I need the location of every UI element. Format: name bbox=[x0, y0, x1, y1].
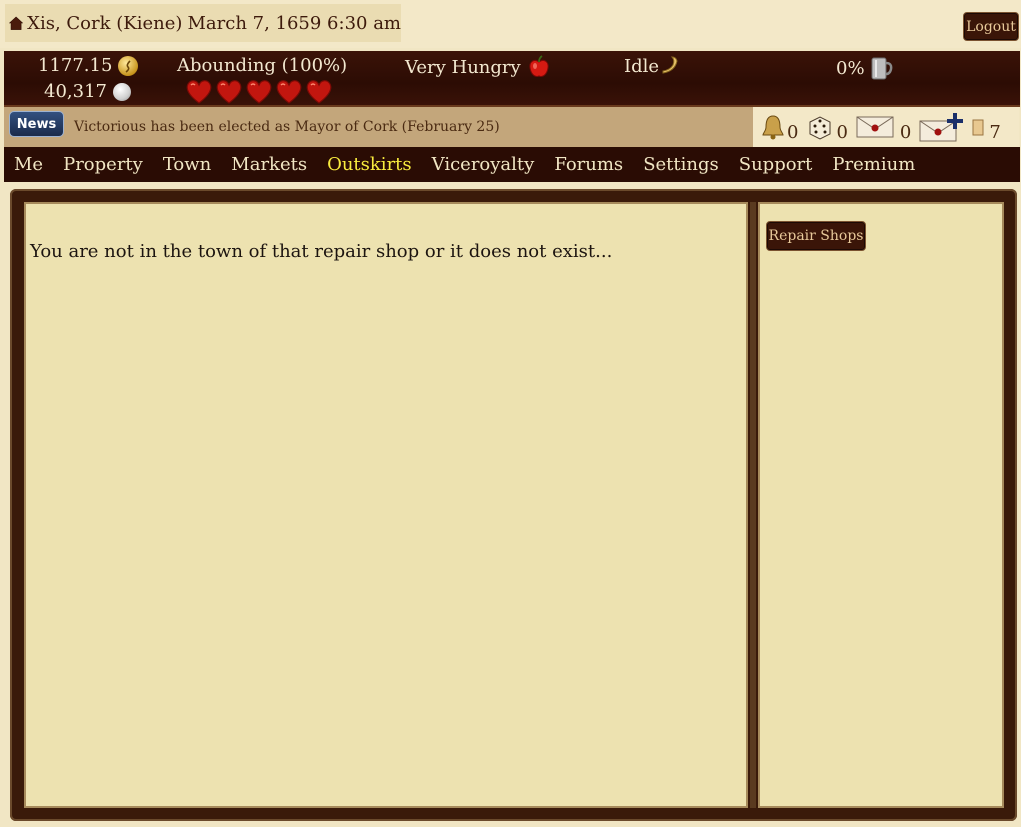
nav-item-town[interactable]: Town bbox=[163, 154, 211, 175]
bell-icon[interactable] bbox=[759, 113, 787, 141]
nav-item-me[interactable]: Me bbox=[14, 154, 43, 175]
nav-item-viceroyalty[interactable]: Viceroyalty bbox=[432, 154, 535, 175]
drink-stat[interactable]: 0% bbox=[836, 55, 893, 81]
heart-icon bbox=[186, 80, 212, 104]
logout-button[interactable]: Logout bbox=[963, 12, 1019, 41]
main-nav: Me Property Town Markets Outskirts Vicer… bbox=[4, 147, 1020, 182]
sidebar-panel: Repair Shops bbox=[758, 202, 1004, 808]
game-datetime: March 7, 1659 6:30 am bbox=[187, 12, 401, 34]
silver-stat[interactable]: 40,317 bbox=[44, 81, 131, 102]
health-label[interactable]: Abounding (100%) bbox=[177, 55, 347, 76]
news-bar: News Victorious has been elected as Mayo… bbox=[4, 107, 753, 147]
sickle-icon bbox=[662, 56, 678, 74]
nav-item-property[interactable]: Property bbox=[63, 154, 143, 175]
heart-icon bbox=[246, 80, 272, 104]
silver-amount: 40,317 bbox=[44, 81, 107, 102]
top-bar: Xis, Cork (Kiene) March 7, 1659 6:30 am … bbox=[0, 0, 1021, 48]
nav-item-premium[interactable]: Premium bbox=[832, 154, 915, 175]
heart-icon bbox=[306, 80, 332, 104]
gold-amount: 1177.15 bbox=[38, 55, 113, 76]
hunger-label: Very Hungry bbox=[405, 56, 521, 78]
heart-icon bbox=[216, 80, 242, 104]
mail-icon[interactable] bbox=[856, 114, 894, 140]
compose-mail-icon[interactable] bbox=[919, 112, 965, 142]
activity-stat[interactable]: Idle bbox=[624, 55, 681, 77]
gold-coin-icon bbox=[118, 55, 139, 76]
panel-divider bbox=[750, 202, 756, 808]
news-button[interactable]: News bbox=[9, 111, 64, 137]
gold-stat[interactable]: 1177.15 bbox=[38, 55, 139, 76]
heart-icon bbox=[276, 80, 302, 104]
nav-item-settings[interactable]: Settings bbox=[643, 154, 719, 175]
scroll-icon[interactable] bbox=[971, 117, 985, 137]
dice-count: 0 bbox=[836, 121, 848, 143]
repair-shops-button[interactable]: Repair Shops bbox=[766, 221, 866, 251]
character-location[interactable]: Xis, Cork (Kiene) bbox=[27, 13, 182, 34]
health-hearts bbox=[185, 79, 335, 105]
stats-bar: 1177.15 40,317 Abounding (100%) Very Hun… bbox=[4, 51, 1020, 107]
hunger-stat[interactable]: Very Hungry bbox=[405, 55, 551, 79]
mug-icon bbox=[871, 57, 892, 80]
activity-label: Idle bbox=[624, 55, 660, 77]
bell-count: 0 bbox=[787, 121, 799, 143]
apple-icon bbox=[529, 55, 549, 77]
nav-item-support[interactable]: Support bbox=[739, 154, 813, 175]
scroll-count: 7 bbox=[989, 121, 1001, 143]
silver-coin-icon bbox=[112, 82, 131, 101]
location-bar: Xis, Cork (Kiene) March 7, 1659 6:30 am bbox=[5, 4, 401, 42]
home-icon[interactable] bbox=[9, 9, 24, 37]
error-message: You are not in the town of that repair s… bbox=[30, 241, 613, 262]
nav-item-forums[interactable]: Forums bbox=[554, 154, 623, 175]
dice-icon[interactable] bbox=[806, 114, 832, 140]
nav-item-outskirts[interactable]: Outskirts bbox=[327, 154, 412, 175]
notification-tray: 0 0 0 7 bbox=[753, 107, 1019, 147]
news-headline[interactable]: Victorious has been elected as Mayor of … bbox=[74, 119, 500, 135]
main-content-panel: You are not in the town of that repair s… bbox=[24, 202, 748, 808]
mail-count: 0 bbox=[899, 121, 912, 143]
nav-item-markets[interactable]: Markets bbox=[231, 154, 307, 175]
drink-label: 0% bbox=[836, 57, 865, 79]
